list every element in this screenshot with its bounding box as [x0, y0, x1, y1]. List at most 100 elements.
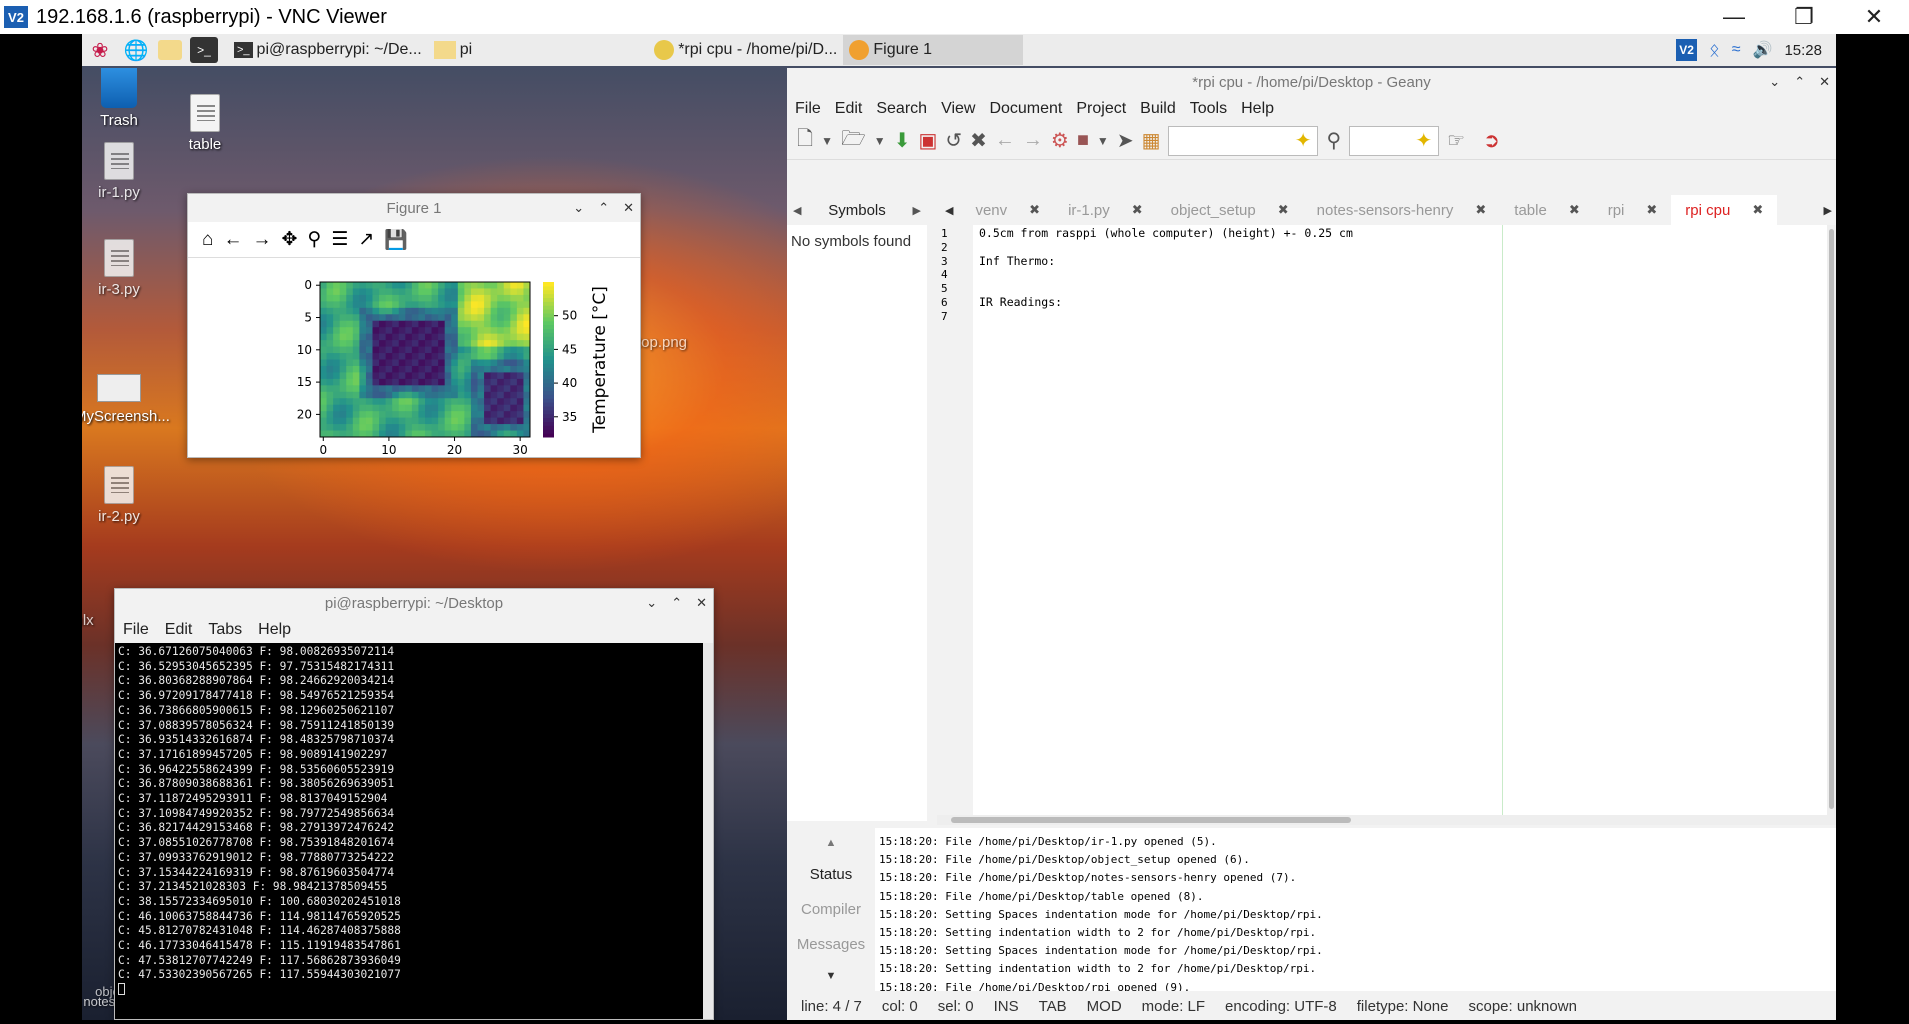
open-file-icon[interactable]: 🗁: [841, 124, 866, 158]
code-editor[interactable]: 1234567 0.5cm from rasppi (whole compute…: [937, 225, 1827, 815]
new-file-icon[interactable]: 🗋: [797, 124, 813, 158]
tab-scroll-right-icon[interactable]: ▶: [913, 204, 921, 217]
desktop-icon-ir2[interactable]: ir-2.py: [82, 466, 164, 525]
remote-desktop[interactable]: ❀ 🌐 >_ >_ pi@raspberrypi: ~/De... pi *rp…: [82, 34, 1836, 1020]
forward-icon[interactable]: →: [1023, 129, 1043, 152]
close-tab-icon[interactable]: ✖: [1029, 202, 1040, 218]
status-log[interactable]: 15:18:20: File /home/pi/Desktop/ir-1.py …: [875, 828, 1836, 991]
geany-title-bar[interactable]: *rpi cpu - /home/pi/Desktop - Geany ⌄ ⌃ …: [787, 68, 1836, 96]
document-tab[interactable]: object_setup ✖: [1157, 195, 1303, 225]
close-tab-icon[interactable]: ✖: [1475, 202, 1486, 218]
minimize-icon[interactable]: ⌄: [573, 200, 584, 216]
terminal-launcher-icon[interactable]: >_: [190, 37, 218, 63]
save-icon[interactable]: ⬇: [894, 128, 911, 153]
tabs-scroll-left-icon[interactable]: ◀: [937, 204, 961, 217]
bluetooth-icon[interactable]: ᛟ: [1709, 40, 1720, 61]
restore-button[interactable]: ❐: [1769, 0, 1839, 34]
tab-messages[interactable]: Messages: [797, 936, 865, 953]
quit-icon[interactable]: ➲: [1483, 128, 1500, 153]
dropdown-icon[interactable]: ▼: [821, 134, 833, 148]
zoom-icon[interactable]: ⚲: [307, 228, 321, 251]
color-chooser-icon[interactable]: ▦: [1142, 128, 1161, 153]
tab-scroll-left-icon[interactable]: ◀: [793, 204, 801, 217]
minimize-icon[interactable]: ⌄: [1769, 74, 1780, 90]
document-tab[interactable]: venv ✖: [961, 195, 1054, 225]
maximize-icon[interactable]: ⌃: [671, 595, 682, 611]
document-tab[interactable]: table ✖: [1500, 195, 1593, 225]
document-tab[interactable]: rpi cpu ✖: [1671, 195, 1778, 225]
save-all-icon[interactable]: ▣: [918, 128, 937, 153]
menu-tabs[interactable]: Tabs: [208, 621, 242, 639]
close-tab-icon[interactable]: ✖: [1569, 202, 1580, 218]
minimize-icon[interactable]: ⌄: [646, 595, 657, 611]
menu-document[interactable]: Document: [989, 100, 1062, 118]
menu-edit[interactable]: Edit: [165, 621, 193, 639]
maximize-icon[interactable]: ⌃: [598, 200, 609, 216]
document-tab[interactable]: ir-1.py ✖: [1054, 195, 1157, 225]
menu-project[interactable]: Project: [1076, 100, 1126, 118]
maximize-icon[interactable]: ⌃: [1794, 74, 1805, 90]
close-button[interactable]: ✕: [1839, 0, 1909, 34]
find-icon[interactable]: ⚲: [1326, 128, 1341, 153]
save-icon[interactable]: 💾: [384, 228, 408, 252]
configure-subplots-icon[interactable]: ☰: [331, 228, 348, 251]
close-file-icon[interactable]: ✖: [970, 128, 987, 153]
close-tab-icon[interactable]: ✖: [1278, 202, 1289, 218]
menu-edit[interactable]: Edit: [835, 100, 863, 118]
document-tab[interactable]: notes-sensors-henry ✖: [1303, 195, 1501, 225]
scroll-down-icon[interactable]: ▼: [826, 970, 837, 982]
dropdown-icon[interactable]: ▼: [874, 134, 886, 148]
close-icon[interactable]: ✕: [696, 595, 707, 611]
task-geany[interactable]: *rpi cpu - /home/pi/D...: [648, 35, 843, 65]
dropdown-icon[interactable]: ▼: [1097, 134, 1109, 148]
tab-symbols[interactable]: ◀ Symbols ▶: [787, 195, 927, 225]
task-figure[interactable]: Figure 1: [843, 35, 1024, 65]
menu-build[interactable]: Build: [1140, 100, 1176, 118]
close-tab-icon[interactable]: ✖: [1752, 202, 1763, 218]
minimize-button[interactable]: —: [1699, 0, 1769, 34]
task-terminal[interactable]: >_ pi@raspberrypi: ~/De...: [228, 35, 428, 65]
desktop-icon-trash[interactable]: Trash: [82, 68, 164, 129]
menu-search[interactable]: Search: [876, 100, 927, 118]
volume-icon[interactable]: 🔊: [1753, 40, 1773, 60]
editor-vertical-scrollbar[interactable]: [1827, 225, 1836, 825]
back-icon[interactable]: ←: [995, 129, 1015, 152]
file-manager-icon[interactable]: [158, 40, 182, 60]
run-icon[interactable]: ➤: [1117, 128, 1134, 153]
desktop-icon-screenshot[interactable]: MyScreensh...: [82, 374, 170, 425]
desktop-icon-table[interactable]: table: [160, 94, 250, 153]
edit-axis-icon[interactable]: ↗: [358, 228, 374, 251]
menu-help[interactable]: Help: [258, 621, 291, 639]
document-tab[interactable]: rpi ✖: [1594, 195, 1672, 225]
vnc-tray-icon[interactable]: V2: [1676, 39, 1697, 61]
menu-file[interactable]: File: [795, 100, 821, 118]
terminal-title-bar[interactable]: pi@raspberrypi: ~/Desktop ⌄ ⌃ ✕: [115, 589, 713, 617]
raspberry-menu-icon[interactable]: ❀: [86, 37, 114, 63]
figure-title-bar[interactable]: Figure 1 ⌄ ⌃ ✕: [188, 194, 640, 222]
menu-help[interactable]: Help: [1241, 100, 1274, 118]
close-icon[interactable]: ✕: [1819, 74, 1830, 90]
editor-horizontal-scrollbar[interactable]: [937, 815, 1827, 825]
build-icon[interactable]: ■: [1077, 129, 1089, 152]
editor-text[interactable]: 0.5cm from rasppi (whole computer) (heig…: [979, 226, 1353, 310]
search-input[interactable]: ✦: [1168, 125, 1319, 156]
close-tab-icon[interactable]: ✖: [1646, 202, 1657, 218]
desktop-icon-ir1[interactable]: ir-1.py: [82, 142, 164, 201]
desktop-icon-ir3[interactable]: ir-3.py: [82, 239, 164, 298]
back-icon[interactable]: ←: [223, 229, 242, 251]
goto-line-input[interactable]: ✦: [1349, 125, 1440, 156]
menu-view[interactable]: View: [941, 100, 975, 118]
task-folder[interactable]: pi: [428, 35, 478, 65]
menu-file[interactable]: File: [123, 621, 149, 639]
terminal-output[interactable]: C: 36.67126075040063 F: 98.0082693507211…: [115, 643, 703, 1019]
forward-icon[interactable]: →: [252, 229, 271, 251]
desktop-icon-mlx[interactable]: mlx: [82, 612, 112, 629]
tabs-scroll-right-icon[interactable]: ▶: [1820, 204, 1836, 217]
pan-icon[interactable]: ✥: [281, 228, 297, 251]
heatmap-chart[interactable]: 0 10 20 30 0 5 10 15 20 35 40 45 50 Temperature [°C…: [188, 258, 640, 456]
tab-compiler[interactable]: Compiler: [801, 901, 861, 918]
home-icon[interactable]: ⌂: [202, 229, 213, 251]
close-icon[interactable]: ✕: [623, 200, 634, 216]
scroll-thumb[interactable]: [951, 817, 1351, 823]
browser-icon[interactable]: 🌐: [122, 37, 150, 63]
